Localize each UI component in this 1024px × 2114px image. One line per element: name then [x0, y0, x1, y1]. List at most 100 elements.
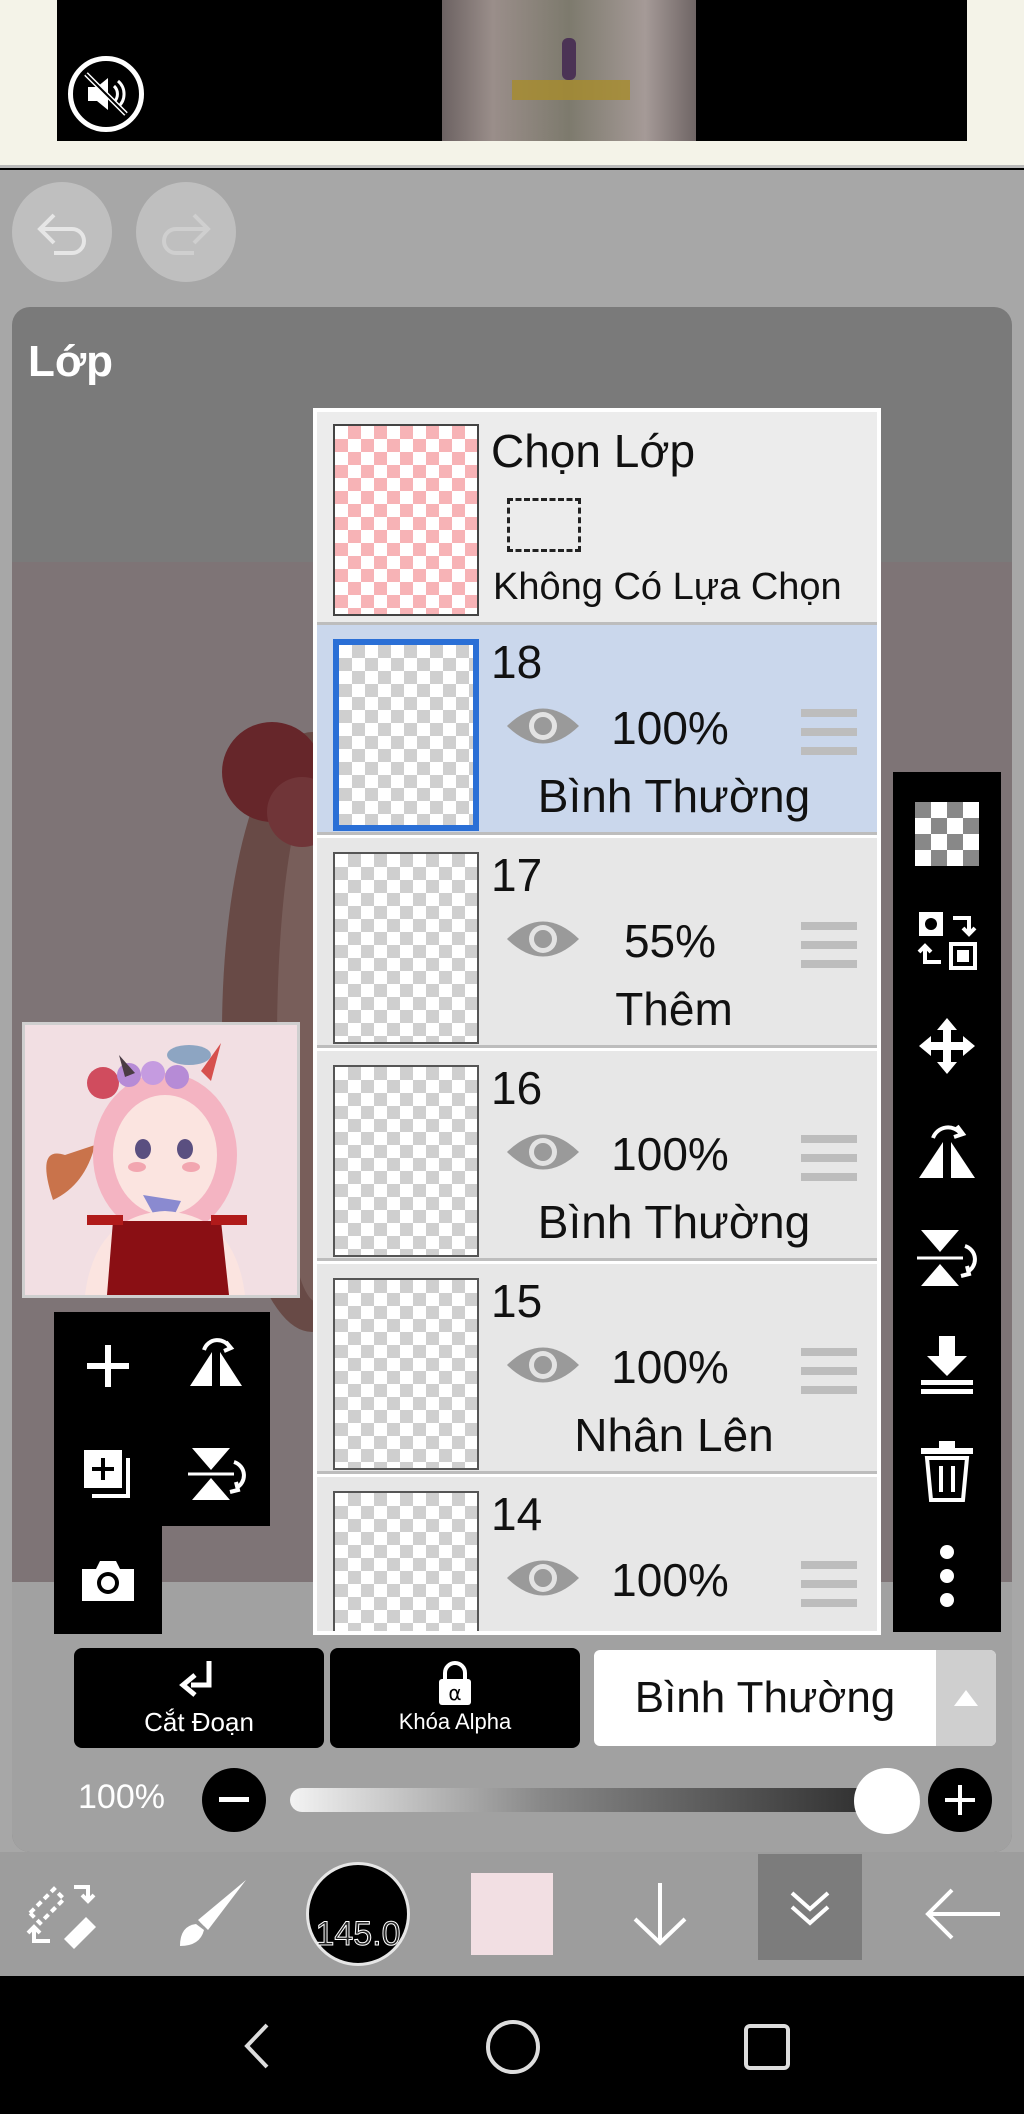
camera-button[interactable]: [58, 1530, 158, 1630]
merge-down-icon: [921, 1336, 973, 1394]
drag-handle-icon[interactable]: [801, 1348, 857, 1394]
redo-button[interactable]: [136, 182, 236, 282]
layers-collapse-icon: [790, 1891, 830, 1926]
mute-icon[interactable]: [68, 56, 144, 132]
move-down-button[interactable]: [608, 1852, 712, 1976]
back-button[interactable]: [900, 1852, 1024, 1976]
blend-mode-value: Bình Thường: [634, 1673, 896, 1722]
selection-layer-row[interactable]: Chọn Lớp Không Có Lựa Chọn: [317, 412, 877, 625]
layer-number: 16: [491, 1062, 543, 1114]
layer-opacity: 100%: [611, 1128, 729, 1180]
transform-selection-icon: [917, 912, 977, 970]
move-button[interactable]: [893, 996, 1001, 1096]
selection-layer-status: Không Có Lựa Chọn: [493, 566, 842, 608]
visibility-eye-icon[interactable]: [505, 914, 581, 964]
transform-selection-button[interactable]: [893, 890, 1001, 990]
undo-button[interactable]: [12, 182, 112, 282]
move-icon: [919, 1018, 975, 1074]
add-layer-icon: [87, 1345, 129, 1387]
layer-row[interactable]: 17 55% Thêm: [317, 838, 877, 1048]
drag-handle-icon[interactable]: [801, 922, 857, 968]
panel-title: Lớp: [28, 337, 114, 386]
add-layer-button[interactable]: [58, 1316, 158, 1416]
recents-nav-icon[interactable]: [744, 2024, 790, 2070]
clipping-button[interactable]: Cắt Đoạn: [74, 1648, 324, 1748]
ad-video-thumbnail[interactable]: [442, 0, 696, 141]
more-options-button[interactable]: [893, 1526, 1001, 1626]
drag-handle-icon[interactable]: [801, 1135, 857, 1181]
opacity-slider-track[interactable]: [290, 1788, 920, 1812]
drag-handle-icon[interactable]: [801, 709, 857, 755]
visibility-eye-icon[interactable]: [505, 701, 581, 751]
transparent-checker-icon: [915, 802, 979, 866]
color-button[interactable]: [460, 1852, 564, 1976]
visibility-eye-icon[interactable]: [505, 1553, 581, 1603]
brush-icon: [180, 1880, 246, 1946]
opacity-decrease-button[interactable]: [202, 1768, 266, 1832]
brush-size-button[interactable]: 145.0: [300, 1852, 416, 1976]
layer-blend-mode: Bình Thường: [537, 1196, 811, 1248]
add-copy-icon: [84, 1450, 130, 1498]
layer-row[interactable]: 14 100%: [317, 1477, 877, 1631]
transparent-layer-button[interactable]: [893, 784, 1001, 884]
layer-opacity: 100%: [611, 702, 729, 754]
delete-icon: [921, 1441, 973, 1502]
layer-thumbnail: [333, 639, 479, 831]
opacity-slider-knob[interactable]: [854, 1768, 920, 1834]
color-swatch-icon: [471, 1873, 553, 1955]
blend-mode-select[interactable]: Bình Thường: [594, 1650, 996, 1746]
back-nav-icon[interactable]: [226, 2016, 286, 2076]
layer-thumbnail: [333, 1278, 479, 1470]
layer-row[interactable]: 15 100% Nhân Lên: [317, 1264, 877, 1474]
redo-icon: [162, 213, 211, 255]
brush-size-value: 145.0: [315, 1915, 401, 1954]
layer-blend-mode: Thêm: [615, 983, 733, 1035]
layers-button[interactable]: [758, 1854, 862, 1960]
visibility-eye-icon[interactable]: [505, 1340, 581, 1390]
layer-thumbnail: [333, 852, 479, 1044]
canvas-preview[interactable]: [22, 1022, 300, 1298]
left-tools-bottom: [54, 1526, 162, 1634]
flip-v-button[interactable]: [166, 1424, 266, 1524]
preview-artwork: [46, 1043, 247, 1295]
alpha-lock-label: Khóa Alpha: [398, 1709, 512, 1734]
dropdown-arrow-icon[interactable]: [936, 1650, 996, 1746]
brush-tool-button[interactable]: [150, 1852, 274, 1976]
flip-horizontal-button[interactable]: [893, 1102, 1001, 1202]
more-icon: [940, 1545, 954, 1607]
layer-number: 18: [491, 636, 543, 688]
ad-thumb-road: [512, 80, 630, 100]
layer-row[interactable]: 18 100% Bình Thường: [317, 625, 877, 835]
merge-down-button[interactable]: [893, 1314, 1001, 1414]
plus-icon: [945, 1785, 975, 1815]
layer-row[interactable]: 16 100% Bình Thường: [317, 1051, 877, 1261]
undo-icon: [37, 213, 86, 255]
visibility-eye-icon[interactable]: [505, 1127, 581, 1177]
layer-opacity: 100%: [611, 1554, 729, 1606]
home-nav-icon[interactable]: [486, 2020, 540, 2074]
drag-handle-icon[interactable]: [801, 1561, 857, 1607]
layer-blend-mode: Nhân Lên: [574, 1409, 774, 1461]
bottom-toolbar: 145.0: [0, 1852, 1024, 1976]
flip-h-button[interactable]: [166, 1316, 266, 1416]
layer-list[interactable]: Chọn Lớp Không Có Lựa Chọn 18 100% Bình …: [313, 408, 881, 1635]
clipping-label: Cắt Đoạn: [144, 1706, 254, 1737]
layer-blend-mode: Bình Thường: [537, 770, 811, 822]
minus-icon: [219, 1797, 249, 1802]
layer-number: 14: [491, 1488, 543, 1540]
swap-tools-button[interactable]: [0, 1852, 124, 1976]
flip-horizontal-icon: [919, 1124, 975, 1178]
brush-size-icon: 145.0: [306, 1862, 410, 1966]
flip-v-icon: [188, 1448, 246, 1500]
ad-thumb-figure: [562, 38, 576, 80]
left-tools-top: [54, 1312, 270, 1526]
add-copy-button[interactable]: [58, 1424, 158, 1524]
swap-tools-icon: [26, 1885, 96, 1949]
layer-number: 15: [491, 1275, 543, 1327]
ad-video[interactable]: [57, 0, 967, 141]
flip-vertical-button[interactable]: [893, 1208, 1001, 1308]
delete-layer-button[interactable]: [893, 1420, 1001, 1520]
alpha-lock-button[interactable]: α Khóa Alpha: [330, 1648, 580, 1748]
layer-thumbnail: [333, 1065, 479, 1257]
opacity-increase-button[interactable]: [928, 1768, 992, 1832]
